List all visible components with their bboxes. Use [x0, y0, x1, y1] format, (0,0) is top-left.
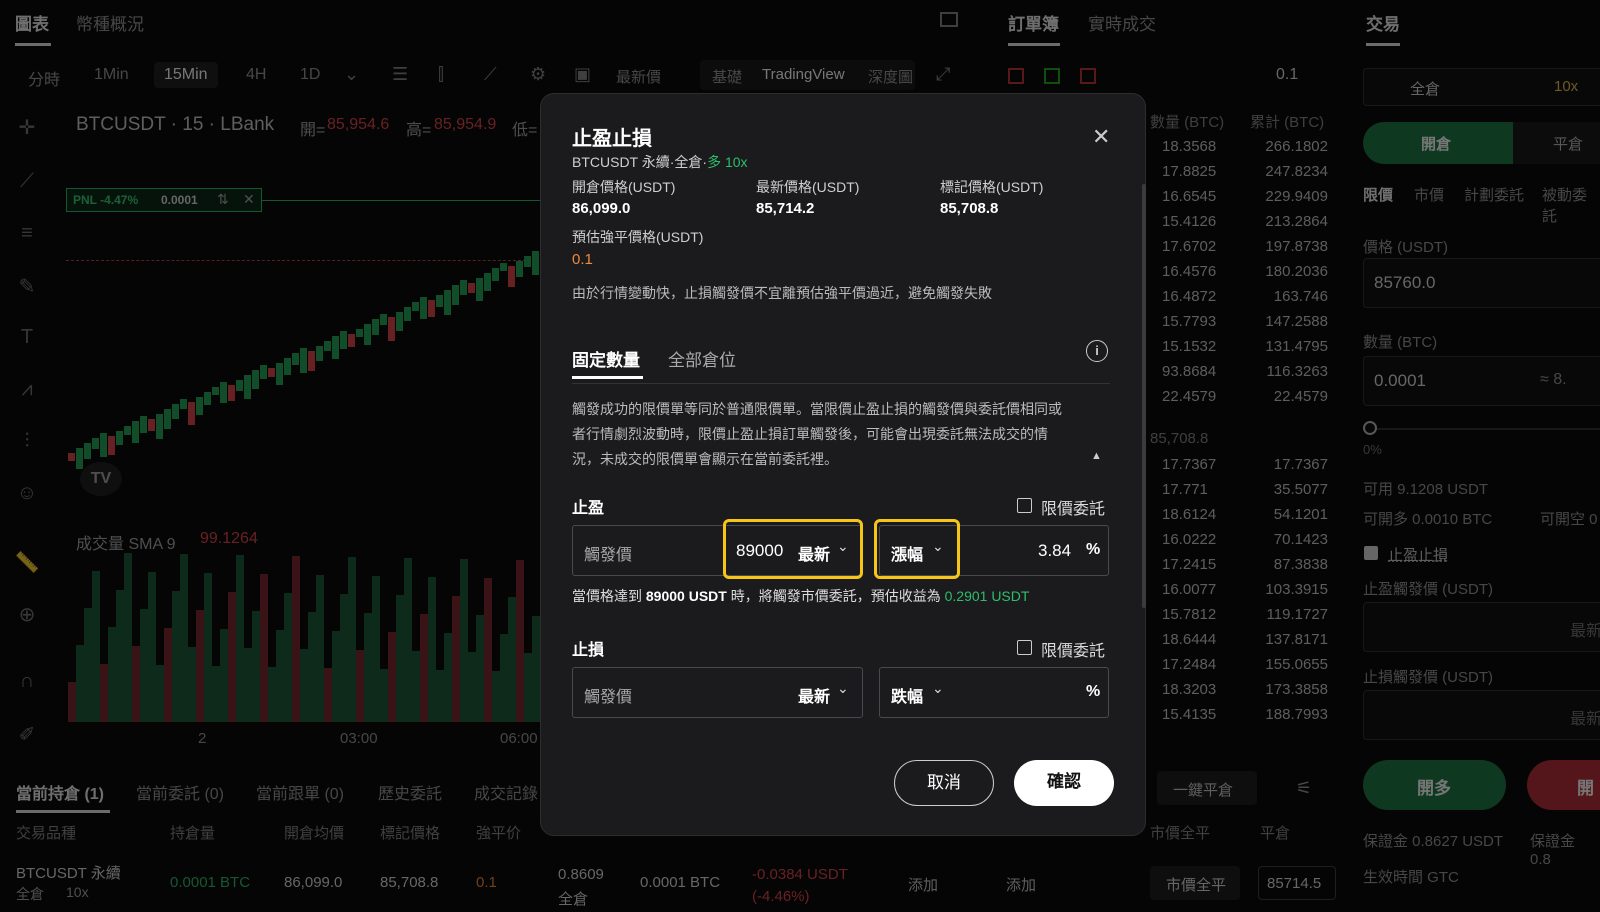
tab-underline: [572, 376, 643, 379]
cancel-button[interactable]: 取消: [894, 760, 994, 806]
tp-limit-label: 限價委託: [1041, 501, 1106, 518]
liq-price-label: 預估強平價格(USDT): [572, 229, 704, 245]
subtitle-text: BTCUSDT 永續·全倉·: [572, 154, 708, 170]
tab-divider: [572, 383, 1110, 384]
info-icon[interactable]: i: [1086, 340, 1108, 362]
tab-fixed-qty[interactable]: 固定數量: [572, 346, 640, 371]
tp-note-a: 當價格達到: [572, 588, 646, 604]
last-price: 85,714.2: [756, 200, 815, 217]
confirm-button[interactable]: 確認: [1014, 760, 1114, 806]
sl-mode-select[interactable]: 跌幅: [891, 683, 923, 707]
liq-price: 0.1: [572, 251, 593, 268]
info-line-2: 者行情劇烈波動時，限價止盈止損訂單觸發後，可能會出現委託無法成交的情: [572, 426, 1048, 442]
collapse-up-icon[interactable]: ▲: [1091, 450, 1102, 462]
liq-warning: 由於行情變動快，止損觸發價不宜離預估強平價過近，避免觸發失敗: [572, 285, 992, 301]
chevron-down-icon[interactable]: ⌄: [837, 680, 849, 697]
position-side: 多 10x: [707, 154, 748, 170]
tp-note-b: 時，將觸發市價委託，預估收益為: [726, 588, 945, 604]
sl-percent-input[interactable]: 跌幅 ⌄ %: [879, 667, 1109, 718]
percent-sign: %: [1086, 541, 1101, 558]
close-icon[interactable]: ✕: [1092, 124, 1110, 150]
sl-label: 止損: [572, 642, 605, 659]
open-price: 86,099.0: [572, 200, 631, 217]
mark-price-label: 標記價格(USDT): [940, 179, 1044, 195]
tp-label: 止盈: [572, 500, 605, 517]
mark-price: 85,708.8: [940, 200, 999, 217]
tp-percent-value: 3.84: [1038, 541, 1072, 560]
percent-sign: %: [1086, 683, 1101, 700]
last-price-label: 最新價格(USDT): [756, 179, 860, 195]
sl-price-source[interactable]: 最新: [798, 683, 830, 707]
dialog-scrollbar[interactable]: [1142, 184, 1146, 608]
open-price-label: 開倉價格(USDT): [572, 179, 676, 195]
sl-trigger-label: 觸發價: [584, 689, 633, 706]
tp-limit-checkbox[interactable]: [1017, 498, 1032, 513]
tp-note: 當價格達到 89000 USDT 時，將觸發市價委託，預估收益為 0.2901 …: [572, 586, 1029, 606]
tp-trigger-label: 觸發價: [584, 547, 633, 564]
info-line-3: 況，未成交的限價單會顯示在當前委託裡。: [572, 451, 838, 467]
info-line-1: 觸發成功的限價單等同於普通限價單。當限價止盈止損的觸發價與委託價相同或: [572, 401, 1062, 417]
sl-limit-label: 限價委託: [1041, 643, 1106, 660]
chevron-down-icon[interactable]: ⌄: [932, 680, 944, 697]
highlight-tp-mode: [874, 519, 960, 579]
tp-note-profit: 0.2901 USDT: [944, 588, 1030, 604]
highlight-tp-value: [723, 519, 863, 579]
sl-limit-checkbox[interactable]: [1017, 640, 1032, 655]
tpsl-dialog: 止盈止損 ✕ BTCUSDT 永續·全倉·多 10x 開倉價格(USDT) 86…: [540, 93, 1146, 836]
dialog-title: 止盈止損: [572, 128, 652, 150]
sl-trigger-input[interactable]: 觸發價 最新 ⌄: [572, 667, 863, 718]
tab-all-position[interactable]: 全部倉位: [668, 346, 736, 371]
position-subtitle: BTCUSDT 永續·全倉·多 10x: [572, 152, 748, 172]
tp-note-price: 89000 USDT: [645, 588, 727, 604]
